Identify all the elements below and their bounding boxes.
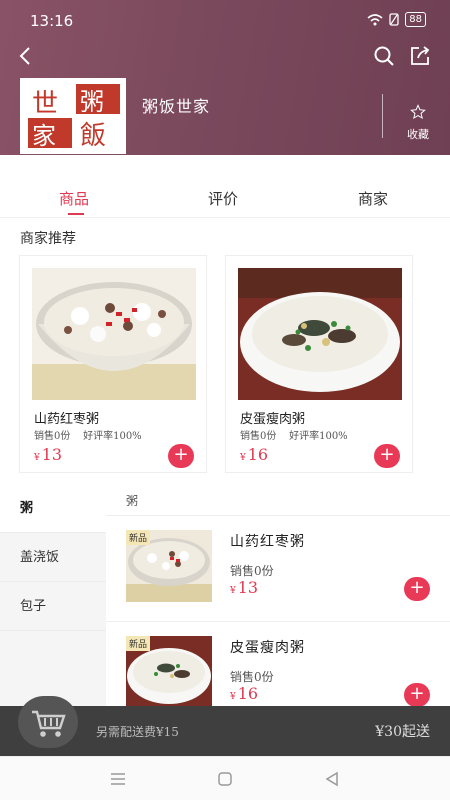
sales-count: 销售0份 xyxy=(34,431,71,442)
new-badge: 新品 xyxy=(126,530,151,545)
recommend-item-price: ¥13 xyxy=(34,445,62,464)
share-icon[interactable] xyxy=(408,44,432,68)
add-to-cart-button[interactable]: + xyxy=(168,444,194,468)
star-icon xyxy=(410,104,426,120)
seal-logo-image: 世 粥 家 飯 xyxy=(24,82,122,151)
back-arrow-icon[interactable] xyxy=(14,44,38,68)
rating-rate: 好评率100% xyxy=(83,431,142,442)
status-icons: 88 xyxy=(367,12,426,27)
price-value: 16 xyxy=(247,445,269,464)
tab-bar: 商品 评价 商家 xyxy=(0,178,450,218)
cart-button[interactable] xyxy=(18,696,78,748)
tab-merchant[interactable]: 商家 xyxy=(358,188,388,209)
price-value: 16 xyxy=(237,684,259,703)
status-bar: 13:16 88 xyxy=(0,0,450,34)
search-icon[interactable] xyxy=(372,44,396,68)
recommend-card[interactable]: 山药红枣粥 销售0份 好评率100% ¥13 + xyxy=(19,255,207,473)
recommend-item-stats: 销售0份 好评率100% xyxy=(240,427,348,442)
recommend-title: 商家推荐 xyxy=(20,231,76,247)
tab-reviews[interactable]: 评价 xyxy=(208,188,238,209)
svg-text:粥: 粥 xyxy=(80,88,104,116)
product-sales: 销售0份 xyxy=(230,564,274,578)
recommend-item-name: 山药红枣粥 xyxy=(34,412,100,427)
header-divider xyxy=(382,94,383,138)
list-divider xyxy=(106,621,450,622)
currency-symbol: ¥ xyxy=(230,692,236,702)
back-triangle-icon[interactable] xyxy=(324,771,340,787)
century-egg-pork-porridge-image xyxy=(238,268,402,400)
sales-count: 销售0份 xyxy=(240,431,277,442)
status-time: 13:16 xyxy=(30,12,74,30)
category-item-buns[interactable]: 包子 xyxy=(0,583,106,631)
product-name: 皮蛋瘦肉粥 xyxy=(230,640,305,656)
recommend-item-name: 皮蛋瘦肉粥 xyxy=(240,412,306,427)
recommend-item-stats: 销售0份 好评率100% xyxy=(34,427,142,442)
price-value: 13 xyxy=(237,578,259,597)
svg-text:世: 世 xyxy=(32,89,58,119)
new-badge: 新品 xyxy=(126,636,151,651)
wifi-icon xyxy=(367,13,383,25)
list-divider xyxy=(106,515,450,516)
system-navigation-bar xyxy=(0,756,450,800)
home-icon[interactable] xyxy=(217,771,233,787)
yam-jujube-porridge-image xyxy=(32,268,196,400)
add-to-cart-button[interactable]: + xyxy=(374,444,400,468)
tab-products[interactable]: 商品 xyxy=(59,188,89,209)
active-tab-indicator xyxy=(68,213,84,215)
rating-rate: 好评率100% xyxy=(289,431,348,442)
category-item-porridge[interactable]: 粥 xyxy=(0,485,106,533)
currency-symbol: ¥ xyxy=(240,453,246,463)
no-sim-icon xyxy=(389,13,399,26)
shop-logo: 世 粥 家 飯 xyxy=(20,78,126,154)
currency-symbol: ¥ xyxy=(34,453,40,463)
price-value: 13 xyxy=(41,445,63,464)
product-price: ¥13 xyxy=(230,578,258,597)
recommend-item-price: ¥16 xyxy=(240,445,268,464)
shop-header: 13:16 88 世 粥 家 飯 粥饭世家 收藏 xyxy=(0,0,450,155)
menu-icon[interactable] xyxy=(110,772,126,786)
recommend-card[interactable]: 皮蛋瘦肉粥 销售0份 好评率100% ¥16 + xyxy=(225,255,413,473)
product-price: ¥16 xyxy=(230,684,258,703)
shopping-cart-icon xyxy=(32,710,66,737)
add-to-cart-button[interactable]: + xyxy=(404,683,430,707)
list-section-title: 粥 xyxy=(126,494,139,508)
category-item-rice[interactable]: 盖浇饭 xyxy=(0,534,106,582)
product-name: 山药红枣粥 xyxy=(230,534,305,550)
add-to-cart-button[interactable]: + xyxy=(404,577,430,601)
favorite-button[interactable]: 收藏 xyxy=(398,104,438,142)
delivery-fee-text: 另需配送费¥15 xyxy=(96,725,179,739)
currency-symbol: ¥ xyxy=(230,586,236,596)
battery-indicator: 88 xyxy=(405,12,426,27)
product-sales: 销售0份 xyxy=(230,670,274,684)
svg-text:飯: 飯 xyxy=(80,121,106,151)
minimum-order-text: ¥30起送 xyxy=(375,724,430,740)
favorite-label: 收藏 xyxy=(407,128,429,141)
svg-text:家: 家 xyxy=(32,122,56,150)
shop-name: 粥饭世家 xyxy=(142,97,211,116)
